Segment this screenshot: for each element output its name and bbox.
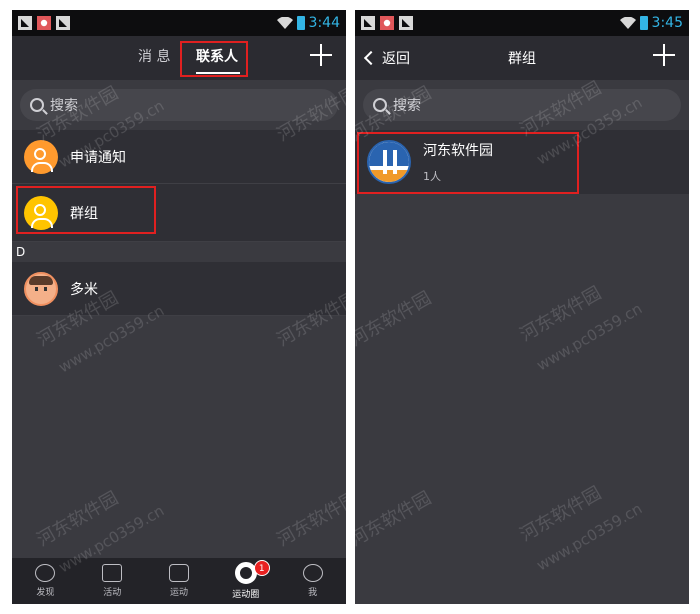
nav-label: 运动圈 xyxy=(232,590,260,600)
watermark: www.pc0359.cn xyxy=(533,299,646,375)
highlight-box xyxy=(16,186,156,234)
nav-label: 我 xyxy=(308,588,318,598)
add-person-icon xyxy=(24,139,58,174)
contact-name: 多米 xyxy=(70,281,98,298)
notification-icon xyxy=(56,16,70,30)
search-placeholder: 搜索 xyxy=(50,98,78,114)
watermark: 河东软件园 xyxy=(355,487,435,551)
status-time: 3:44 xyxy=(308,15,340,31)
wifi-icon xyxy=(619,17,636,29)
bottom-nav: 发现 活动 运动 1 运动圈 我 xyxy=(12,558,346,604)
notification-badge: 1 xyxy=(253,560,270,576)
status-time: 3:45 xyxy=(651,15,683,31)
add-icon[interactable] xyxy=(653,44,675,66)
list-item-groups[interactable]: 群组 xyxy=(12,184,346,242)
section-header: D xyxy=(12,242,346,262)
nav-activity[interactable]: 活动 xyxy=(79,558,146,604)
list-item-apply-notice[interactable]: 申请通知 xyxy=(12,130,346,184)
nav-me[interactable]: 我 xyxy=(279,558,346,604)
top-bar: 消 息 联系人 xyxy=(12,36,346,80)
add-icon[interactable] xyxy=(310,44,332,66)
watermark: 河东软件园 xyxy=(516,282,605,346)
wifi-icon xyxy=(276,17,293,29)
watermark: 河东软件园 xyxy=(516,482,605,546)
contact-row[interactable]: 多米 xyxy=(12,262,346,316)
group-row[interactable]: 河东软件园 1人 xyxy=(355,130,689,194)
nav-label: 活动 xyxy=(103,588,122,598)
runner-icon xyxy=(168,564,189,582)
top-bar: 返回 群组 xyxy=(355,36,689,80)
notification-icon xyxy=(18,16,32,30)
app-notification-icon xyxy=(380,16,394,30)
contacts-screen: 3:44 消 息 联系人 搜索 申请通知 群组 D 多米 发现 活动 运动 1 … xyxy=(12,10,346,604)
search-icon xyxy=(373,98,387,112)
nav-sport[interactable]: 运动 xyxy=(146,558,213,604)
battery-icon xyxy=(296,16,305,30)
watermark: www.pc0359.cn xyxy=(533,499,646,575)
flag-icon xyxy=(102,564,123,582)
tab-messages[interactable]: 消 息 xyxy=(138,46,170,66)
search-placeholder: 搜索 xyxy=(393,98,421,114)
app-notification-icon xyxy=(37,16,51,30)
person-icon xyxy=(302,564,323,582)
list-item-label: 申请通知 xyxy=(70,149,126,166)
avatar xyxy=(24,271,58,306)
watermark: 河东软件园 xyxy=(33,487,122,551)
notification-icon xyxy=(399,16,413,30)
status-bar: 3:45 xyxy=(355,10,689,36)
battery-icon xyxy=(639,16,648,30)
nav-label: 发现 xyxy=(36,588,55,598)
compass-icon xyxy=(35,564,56,582)
watermark: 河东软件园 xyxy=(355,287,435,351)
nav-discover[interactable]: 发现 xyxy=(12,558,79,604)
search-input[interactable]: 搜索 xyxy=(20,89,338,121)
search-input[interactable]: 搜索 xyxy=(363,89,681,121)
nav-sport-circle[interactable]: 1 运动圈 xyxy=(212,558,279,604)
watermark: 河东软件园 xyxy=(273,487,346,551)
nav-label: 运动 xyxy=(169,588,188,598)
highlight-box xyxy=(180,41,248,77)
notification-icon xyxy=(361,16,375,30)
page-title: 群组 xyxy=(508,51,536,67)
status-bar: 3:44 xyxy=(12,10,346,36)
groups-screen: 3:45 返回 群组 搜索 河东软件园 1人 河东软件园 河东软件园 www.p… xyxy=(355,10,689,604)
search-icon xyxy=(30,98,44,112)
